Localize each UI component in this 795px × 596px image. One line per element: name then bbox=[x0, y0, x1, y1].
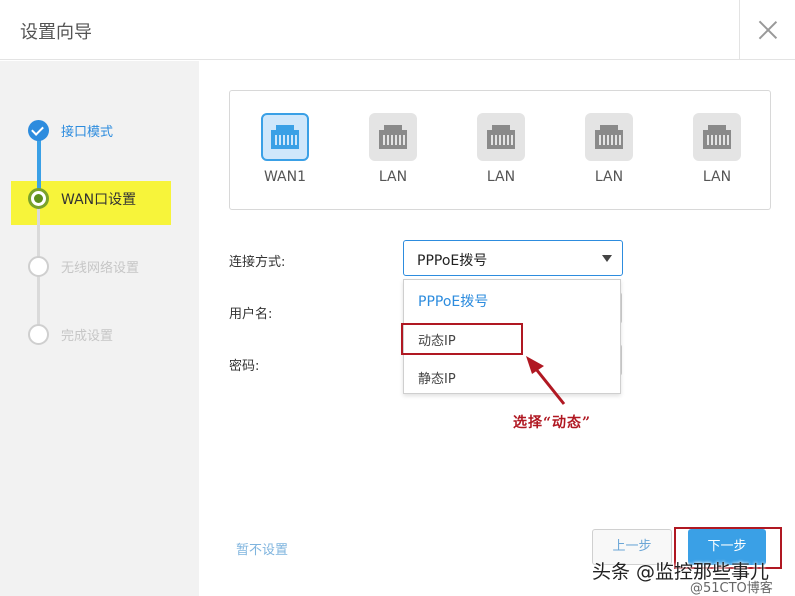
ethernet-port-icon[interactable] bbox=[369, 113, 417, 161]
step-wan-settings: WAN口设置 bbox=[28, 188, 136, 209]
port-label: LAN bbox=[378, 169, 408, 185]
check-icon bbox=[28, 120, 49, 141]
option-pppoe[interactable]: PPPoE拨号 bbox=[418, 291, 488, 311]
password-label: 密码: bbox=[229, 359, 260, 374]
skip-setup-link[interactable]: 暂不设置 bbox=[236, 539, 288, 558]
option-static-ip[interactable]: 静态IP bbox=[418, 368, 456, 387]
step-label: 完成设置 bbox=[61, 329, 114, 344]
dialog-header: 设置向导 bbox=[0, 0, 795, 60]
ethernet-port-icon[interactable] bbox=[477, 113, 525, 161]
ethernet-port-icon[interactable] bbox=[261, 113, 309, 161]
watermark-51cto: @51CTO博客 bbox=[690, 581, 773, 596]
step-sidebar: 接口模式 WAN口设置 无线网络设置 完成设置 bbox=[0, 61, 199, 596]
ethernet-port-icon[interactable] bbox=[693, 113, 741, 161]
step-interface-mode: 接口模式 bbox=[28, 120, 113, 141]
port-lan[interactable]: LAN bbox=[471, 113, 531, 185]
step-finish: 完成设置 bbox=[28, 324, 113, 345]
step-label: 接口模式 bbox=[61, 125, 114, 140]
port-wan1[interactable]: WAN1 bbox=[255, 113, 315, 185]
port-panel: WAN1 LAN LAN LAN LAN bbox=[229, 90, 771, 210]
username-label: 用户名: bbox=[229, 307, 273, 322]
annotation-text: 选择“动态” bbox=[513, 415, 592, 431]
pending-step-icon bbox=[28, 324, 49, 345]
port-label: LAN bbox=[702, 169, 732, 185]
port-lan[interactable]: LAN bbox=[579, 113, 639, 185]
chevron-down-icon[interactable] bbox=[602, 255, 612, 262]
connection-type-value: PPPoE拨号 bbox=[417, 253, 488, 269]
step-label: WAN口设置 bbox=[61, 191, 137, 208]
step-wireless-settings: 无线网络设置 bbox=[28, 256, 139, 277]
annotation-arrow bbox=[526, 356, 566, 405]
port-label: LAN bbox=[486, 169, 516, 185]
close-button[interactable] bbox=[739, 0, 795, 60]
dialog-title: 设置向导 bbox=[20, 22, 92, 43]
close-icon[interactable] bbox=[758, 20, 778, 40]
connection-type-select[interactable]: PPPoE拨号 bbox=[403, 240, 623, 276]
pending-step-icon bbox=[28, 256, 49, 277]
port-lan[interactable]: LAN bbox=[687, 113, 747, 185]
current-step-icon bbox=[28, 188, 49, 209]
step-label: 无线网络设置 bbox=[61, 261, 140, 276]
port-lan[interactable]: LAN bbox=[363, 113, 423, 185]
port-label: LAN bbox=[594, 169, 624, 185]
annotation-highlight-box bbox=[401, 323, 523, 355]
port-label: WAN1 bbox=[263, 169, 307, 185]
ethernet-port-icon[interactable] bbox=[585, 113, 633, 161]
connection-type-label: 连接方式: bbox=[229, 255, 286, 270]
